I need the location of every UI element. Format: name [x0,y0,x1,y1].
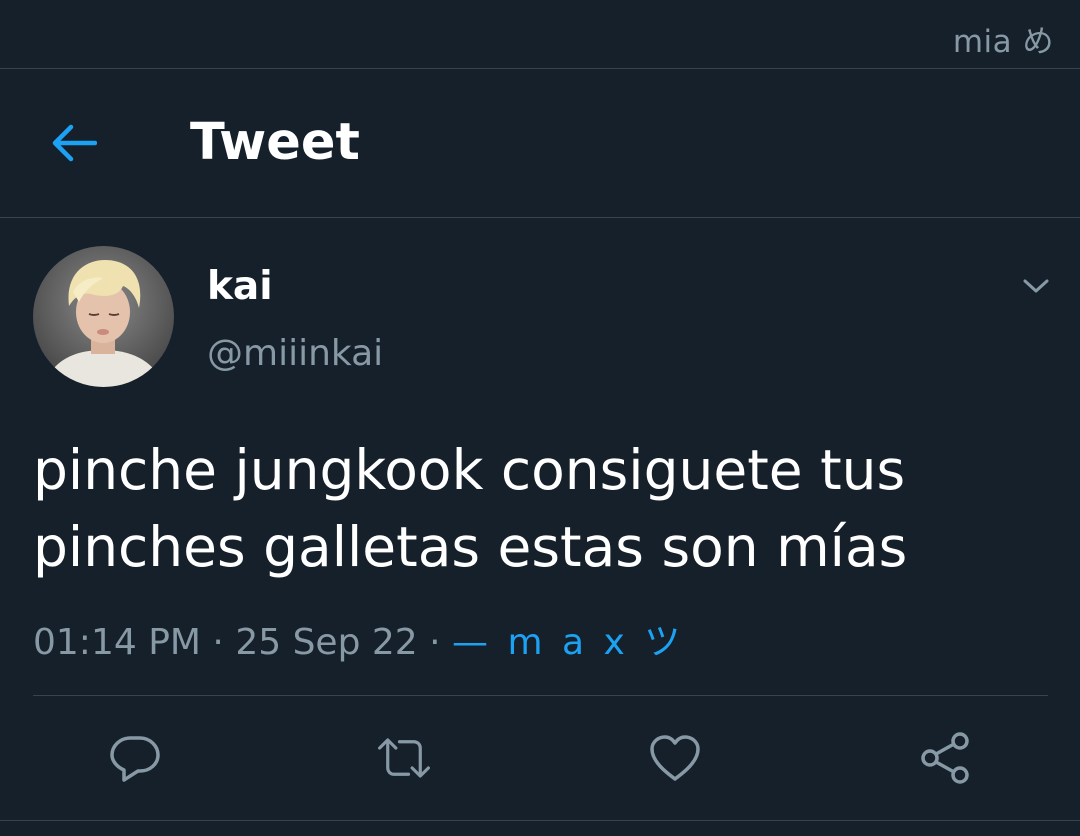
header: Tweet [0,69,1080,218]
avatar[interactable] [33,246,174,387]
like-button[interactable] [647,730,703,786]
avatar-image [33,246,174,387]
status-bar: mia め [0,0,1080,69]
share-icon [921,732,969,784]
back-button[interactable] [42,115,106,171]
meta-separator: · [429,622,441,663]
page-title: Tweet [190,113,360,172]
meta-separator: · [212,622,224,663]
tweet-source-link[interactable]: — m a x ツ [452,622,684,663]
retweet-button[interactable] [376,730,432,786]
tweet-date: 25 Sep 22 [235,622,418,663]
chevron-down-icon [1023,279,1049,293]
retweet-icon [378,738,430,778]
tweet-meta: 01:14 PM · 25 Sep 22 · — m a x ツ [33,613,684,665]
heart-icon [650,735,700,781]
tweet-time: 01:14 PM [33,622,201,663]
divider [33,695,1048,696]
status-text: mia め [952,24,1054,60]
more-options-button[interactable] [1016,268,1056,304]
bottom-divider [0,820,1080,821]
display-name[interactable]: kai [207,264,273,309]
reply-button[interactable] [107,730,163,786]
back-arrow-icon [52,124,97,162]
reply-icon [110,736,160,782]
user-handle[interactable]: @miiinkai [207,333,383,374]
share-button[interactable] [917,730,973,786]
tweet-text: pinche jungkook consiguete tus pinches g… [33,438,908,579]
